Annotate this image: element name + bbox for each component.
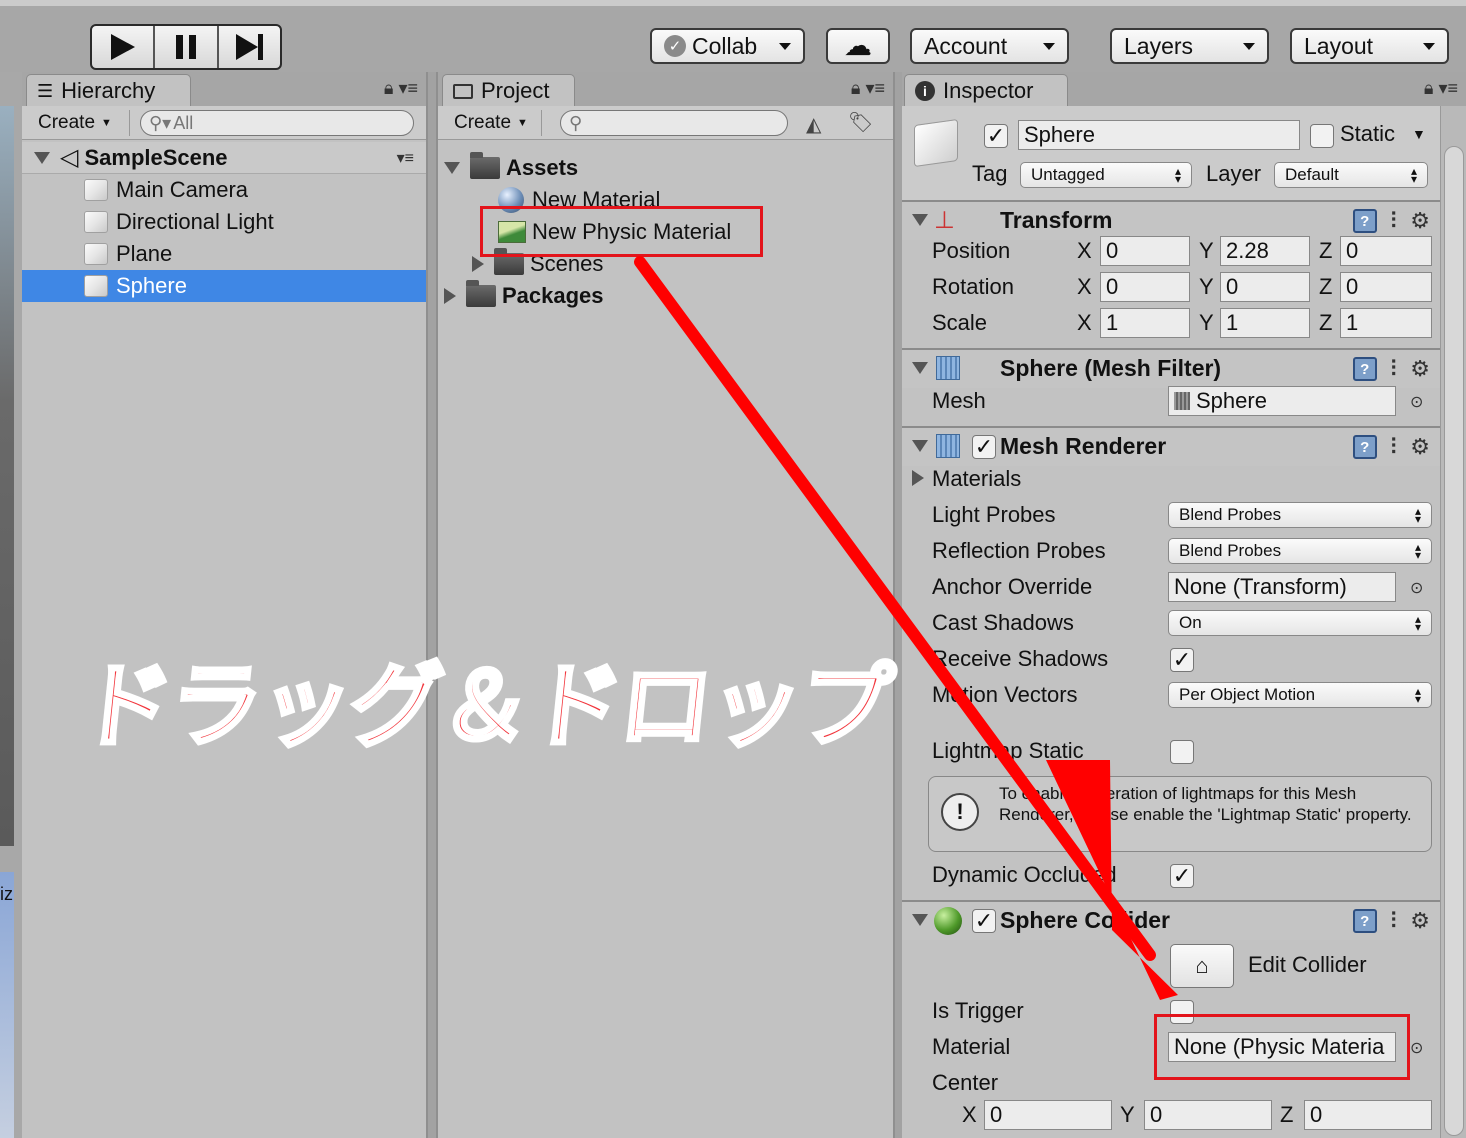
unity-editor-window: ✓ Collab ☁ Account Layers Layout iz ☰ Hi… (0, 0, 1466, 1138)
drag-arrowhead (1046, 760, 1178, 1000)
drag-arrow-overlay (634, 256, 1178, 1000)
drag-arrow-shaft (634, 256, 1156, 961)
drag-and-drop-caption: ドラッグ＆ドロップ (73, 654, 898, 760)
